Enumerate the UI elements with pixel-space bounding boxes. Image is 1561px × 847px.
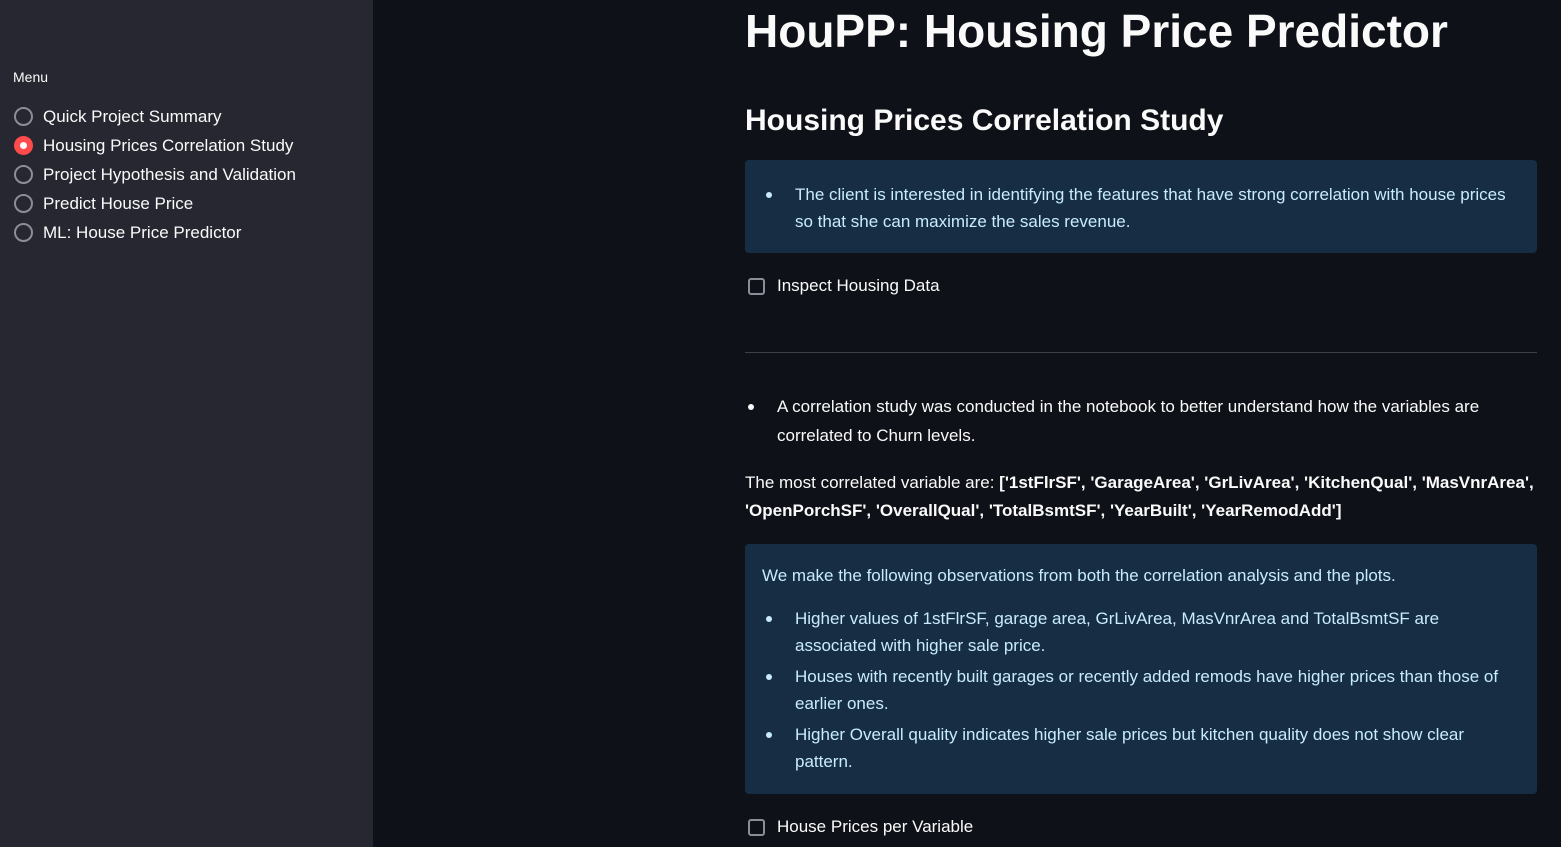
study-bullet: A correlation study was conducted in the…	[745, 392, 1535, 450]
checkbox-label: House Prices per Variable	[777, 817, 974, 836]
page-title: HouPP: Housing Price Predictor	[745, 5, 1448, 57]
menu-item-label: Quick Project Summary	[43, 106, 222, 126]
radio-unchecked-icon[interactable]	[14, 165, 33, 184]
house-prices-per-variable-checkbox[interactable]: House Prices per Variable	[748, 817, 973, 837]
menu-item-label: Predict House Price	[43, 193, 194, 213]
menu-radio-group: Quick Project Summary Housing Prices Cor…	[14, 102, 296, 247]
radio-unchecked-icon[interactable]	[14, 194, 33, 213]
observations-intro: We make the following observations from …	[762, 566, 1396, 585]
menu-item-quick-project-summary[interactable]: Quick Project Summary	[14, 102, 296, 131]
inspect-housing-data-checkbox[interactable]: Inspect Housing Data	[748, 276, 940, 296]
observation-item: Houses with recently built garages or re…	[745, 663, 1507, 717]
menu-item-ml-house-price-predictor[interactable]: ML: House Price Predictor	[14, 218, 296, 247]
menu-item-label: ML: House Price Predictor	[43, 222, 242, 242]
correlated-variables-text: The most correlated variable are: ['1stF…	[745, 469, 1537, 525]
radio-unchecked-icon[interactable]	[14, 107, 33, 126]
divider	[745, 352, 1537, 353]
observations-box: We make the following observations from …	[745, 544, 1537, 794]
observation-item: Higher Overall quality indicates higher …	[745, 721, 1507, 775]
radio-unchecked-icon[interactable]	[14, 223, 33, 242]
checkbox-unchecked-icon[interactable]	[748, 277, 765, 295]
radio-checked-icon[interactable]	[14, 136, 33, 155]
menu-item-predict-house-price[interactable]: Predict House Price	[14, 189, 296, 218]
checkbox-label: Inspect Housing Data	[777, 276, 940, 295]
observation-item: Higher values of 1stFlrSF, garage area, …	[745, 605, 1507, 659]
sidebar: Menu Quick Project Summary Housing Price…	[0, 0, 373, 847]
correlated-variables-prefix: The most correlated variable are:	[745, 473, 1000, 492]
menu-item-label: Housing Prices Correlation Study	[43, 135, 294, 155]
client-info-item: The client is interested in identifying …	[745, 181, 1507, 235]
menu-item-housing-prices-correlation-study[interactable]: Housing Prices Correlation Study	[14, 131, 296, 160]
menu-item-project-hypothesis-and-validation[interactable]: Project Hypothesis and Validation	[14, 160, 296, 189]
section-subtitle: Housing Prices Correlation Study	[745, 104, 1224, 137]
client-info-box: The client is interested in identifying …	[745, 160, 1537, 253]
checkbox-unchecked-icon[interactable]	[748, 818, 765, 836]
menu-item-label: Project Hypothesis and Validation	[43, 164, 296, 184]
menu-label: Menu	[13, 69, 49, 85]
